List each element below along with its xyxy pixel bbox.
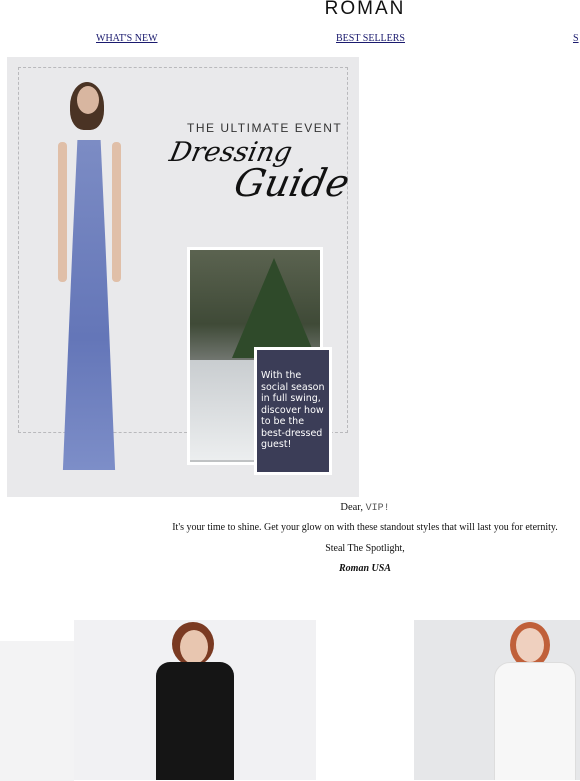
greeting-text: Dear,: [340, 502, 363, 513]
hero-banner[interactable]: THE ULTIMATE EVENT Dressing Guide With t…: [7, 57, 359, 497]
product-image-placeholder: [0, 641, 74, 781]
model-head: [77, 86, 99, 114]
signature: Roman USA: [339, 563, 391, 574]
model-arm-right: [112, 142, 121, 282]
model-face: [180, 630, 208, 664]
product-card-white-lace-dress[interactable]: [414, 620, 580, 780]
brand-logo[interactable]: ROMAN: [0, 0, 580, 18]
greeting-line: Dear, VIP!: [0, 502, 580, 514]
closing-line: Steal The Spotlight,: [325, 543, 405, 554]
model-dress: [62, 140, 116, 470]
nav-whats-new[interactable]: WHAT'S NEW: [96, 33, 158, 44]
hero-script-guide: Guide: [230, 161, 354, 205]
nav-item-cut-off[interactable]: S: [573, 33, 579, 44]
christmas-tree: [232, 258, 316, 358]
hero-callout-card: With the social season in full swing, di…: [254, 347, 332, 475]
product-card-black-lace-dress[interactable]: [74, 620, 316, 780]
vip-token: VIP!: [365, 503, 390, 514]
intro-body: It's your time to shine. Get your glow o…: [172, 522, 558, 533]
hero-eyebrow: THE ULTIMATE EVENT: [187, 121, 343, 135]
model-face: [516, 628, 544, 662]
model-arm-left: [58, 142, 67, 282]
black-dress: [156, 662, 234, 780]
white-dress: [494, 662, 576, 780]
nav-best-sellers[interactable]: BEST SELLERS: [336, 33, 405, 44]
model-image: [52, 82, 132, 474]
